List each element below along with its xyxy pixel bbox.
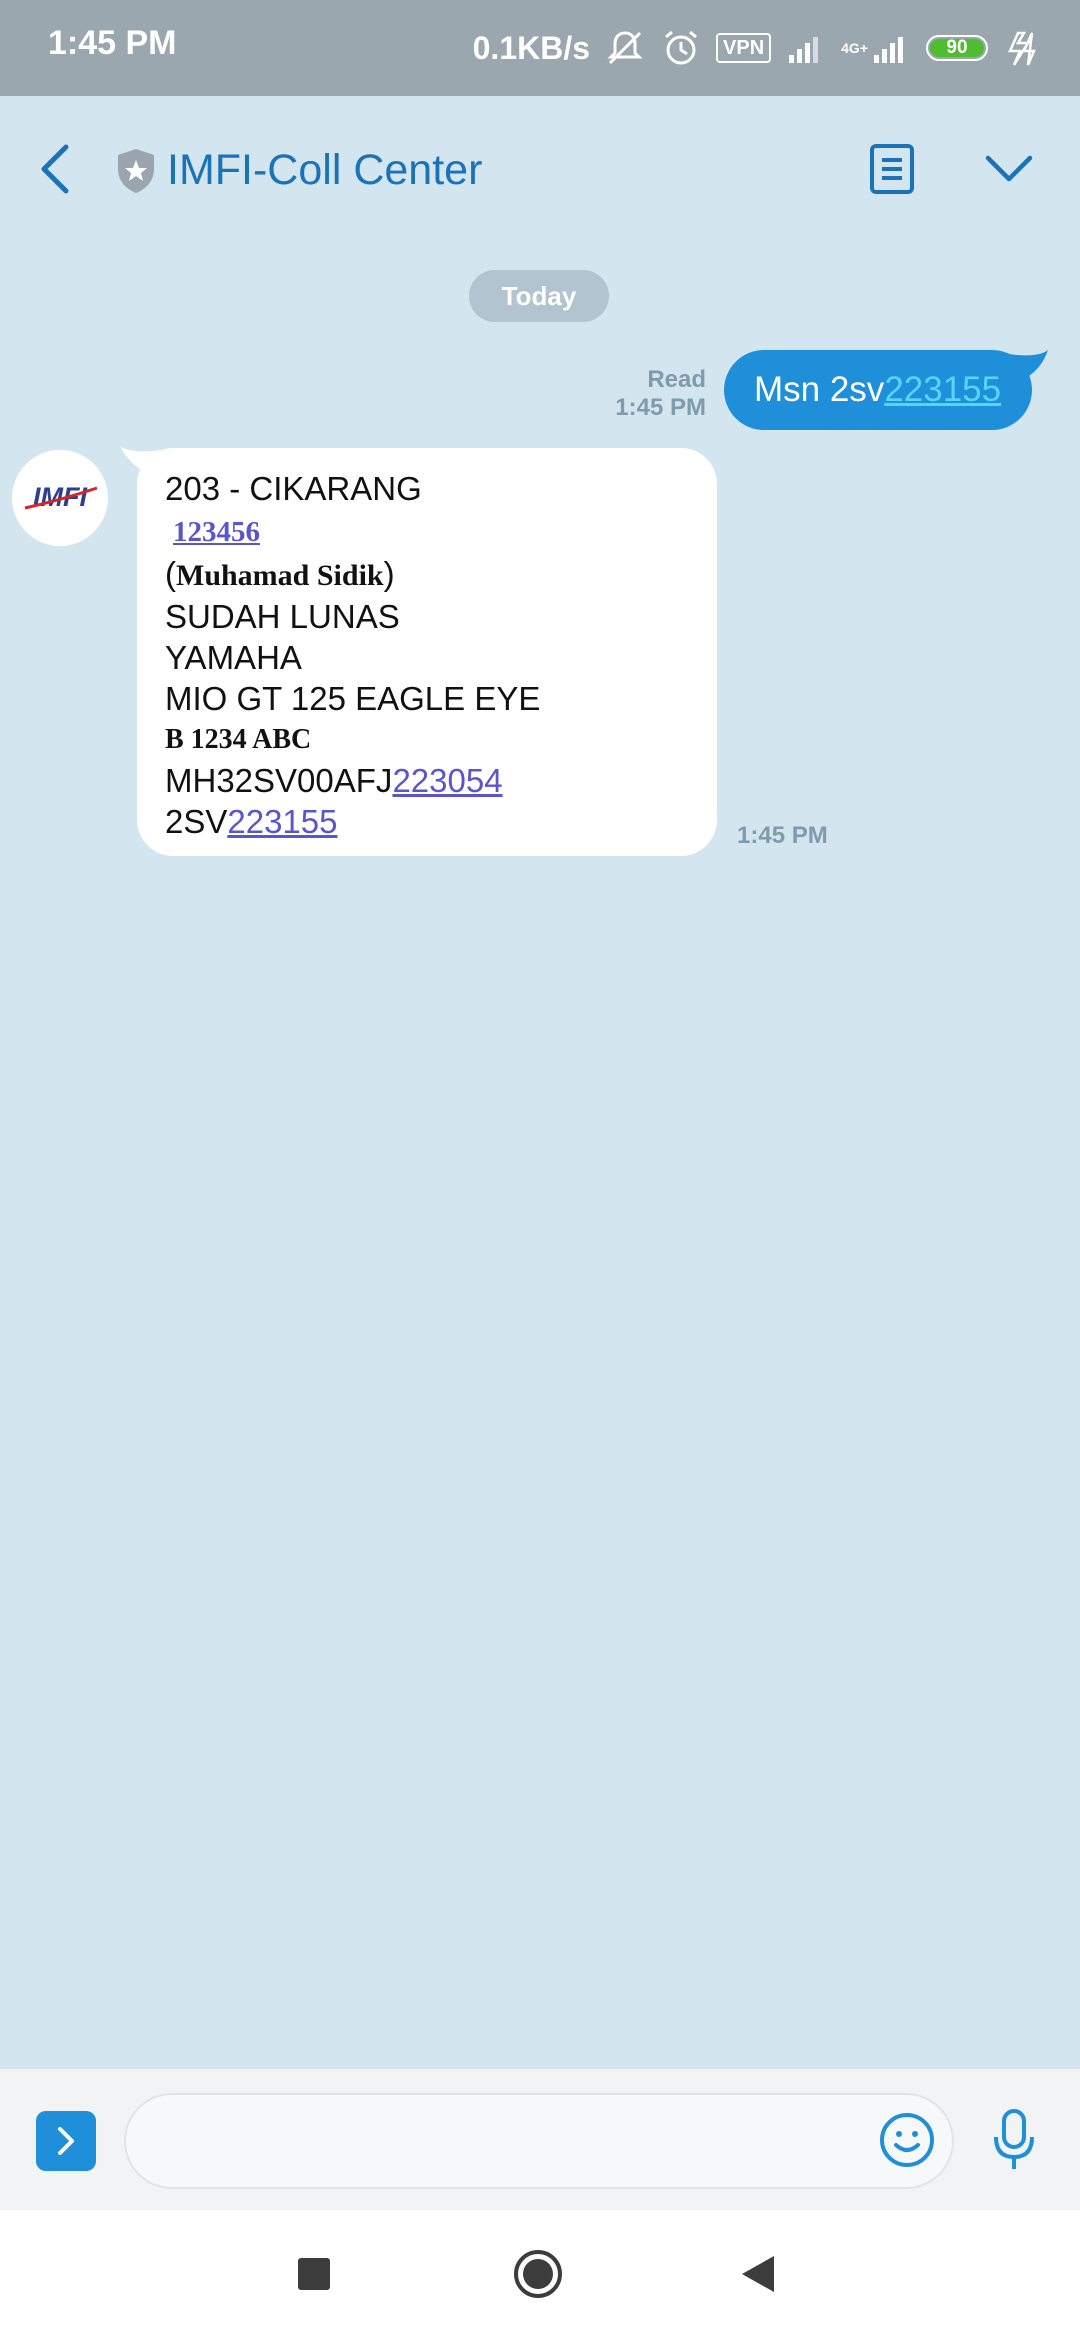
battery-level: 90	[930, 37, 984, 58]
verified-shield-icon	[118, 149, 154, 193]
message-line-status: SUDAH LUNAS	[165, 598, 400, 635]
message-line-contract: 123456	[165, 509, 689, 553]
message-line-brand: YAMAHA	[165, 639, 302, 676]
status-time: 1:45 PM	[48, 24, 177, 62]
emoji-icon[interactable]	[878, 2111, 936, 2169]
charging-icon	[1008, 31, 1036, 66]
back-arrow-icon[interactable]	[34, 141, 78, 197]
outgoing-number-link[interactable]: 223155	[884, 370, 1001, 409]
system-nav-bar	[0, 2210, 1080, 2340]
incoming-time: 1:45 PM	[737, 822, 828, 849]
customer-name: Muhamad Sidik	[176, 559, 384, 592]
mute-bell-icon	[607, 31, 643, 65]
message-line-model: MIO GT 125 EAGLE EYE	[165, 680, 541, 717]
incoming-message-bubble[interactable]: 203 - CIKARANG 123456 (Muhamad Sidik) SU…	[137, 448, 717, 856]
nav-back-icon[interactable]	[740, 2254, 776, 2294]
message-line-plate: B 1234 ABC	[165, 724, 312, 755]
signal-4g-icon	[874, 37, 903, 63]
conversation-title[interactable]: IMFI-Coll Center	[167, 146, 482, 195]
recent-apps-icon[interactable]	[298, 2258, 330, 2290]
signal-icon	[789, 37, 819, 63]
chassis-number-link[interactable]: 223054	[392, 762, 502, 799]
message-line-engine: 2SV223155	[165, 801, 689, 842]
read-label: Read	[647, 366, 706, 393]
date-divider: Today	[469, 270, 609, 322]
network-type: 4G+	[841, 27, 912, 69]
message-line-chassis: MH32SV00AFJ223054	[165, 760, 689, 801]
read-receipt: Read 1:45 PM	[615, 366, 706, 422]
message-line-customer: (Muhamad Sidik)	[165, 553, 689, 596]
outgoing-time: 1:45 PM	[615, 394, 706, 421]
status-icons: 0.1KB/s VPN 4G+ 90	[473, 20, 1044, 76]
expand-chevron-icon[interactable]	[36, 2111, 96, 2171]
chassis-prefix: MH32SV00AFJ	[165, 762, 393, 799]
contract-number-link[interactable]: 123456	[165, 516, 260, 548]
message-input[interactable]	[124, 2093, 954, 2189]
message-line-branch: 203 - CIKARANG	[165, 470, 422, 507]
microphone-icon[interactable]	[990, 2107, 1038, 2173]
paren-close: )	[383, 555, 395, 592]
composer-bar	[0, 2068, 1080, 2211]
network-type-label: 4G+	[841, 40, 868, 56]
outgoing-text: Msn 2sv	[754, 370, 885, 409]
app-bar: IMFI-Coll Center	[0, 96, 1080, 246]
battery-icon: 90	[926, 35, 988, 61]
outgoing-message-bubble[interactable]: Msn 2sv223155	[724, 350, 1032, 430]
status-bar: 1:45 PM 0.1KB/s VPN 4G+ 90	[0, 0, 1080, 96]
alarm-icon	[665, 30, 697, 65]
sender-avatar[interactable]: IMFI	[12, 450, 108, 546]
imfi-logo: IMFI	[24, 482, 98, 512]
network-speed: 0.1KB/s	[472, 29, 591, 66]
chevron-down-icon[interactable]	[984, 152, 1034, 186]
home-icon[interactable]	[512, 2248, 564, 2300]
details-icon[interactable]	[868, 143, 916, 195]
vpn-badge: VPN	[716, 33, 772, 63]
engine-number-link[interactable]: 223155	[227, 803, 337, 840]
engine-prefix: 2SV	[165, 803, 228, 840]
paren-open: (	[165, 555, 176, 592]
avatar-text: IMFI	[33, 482, 87, 512]
